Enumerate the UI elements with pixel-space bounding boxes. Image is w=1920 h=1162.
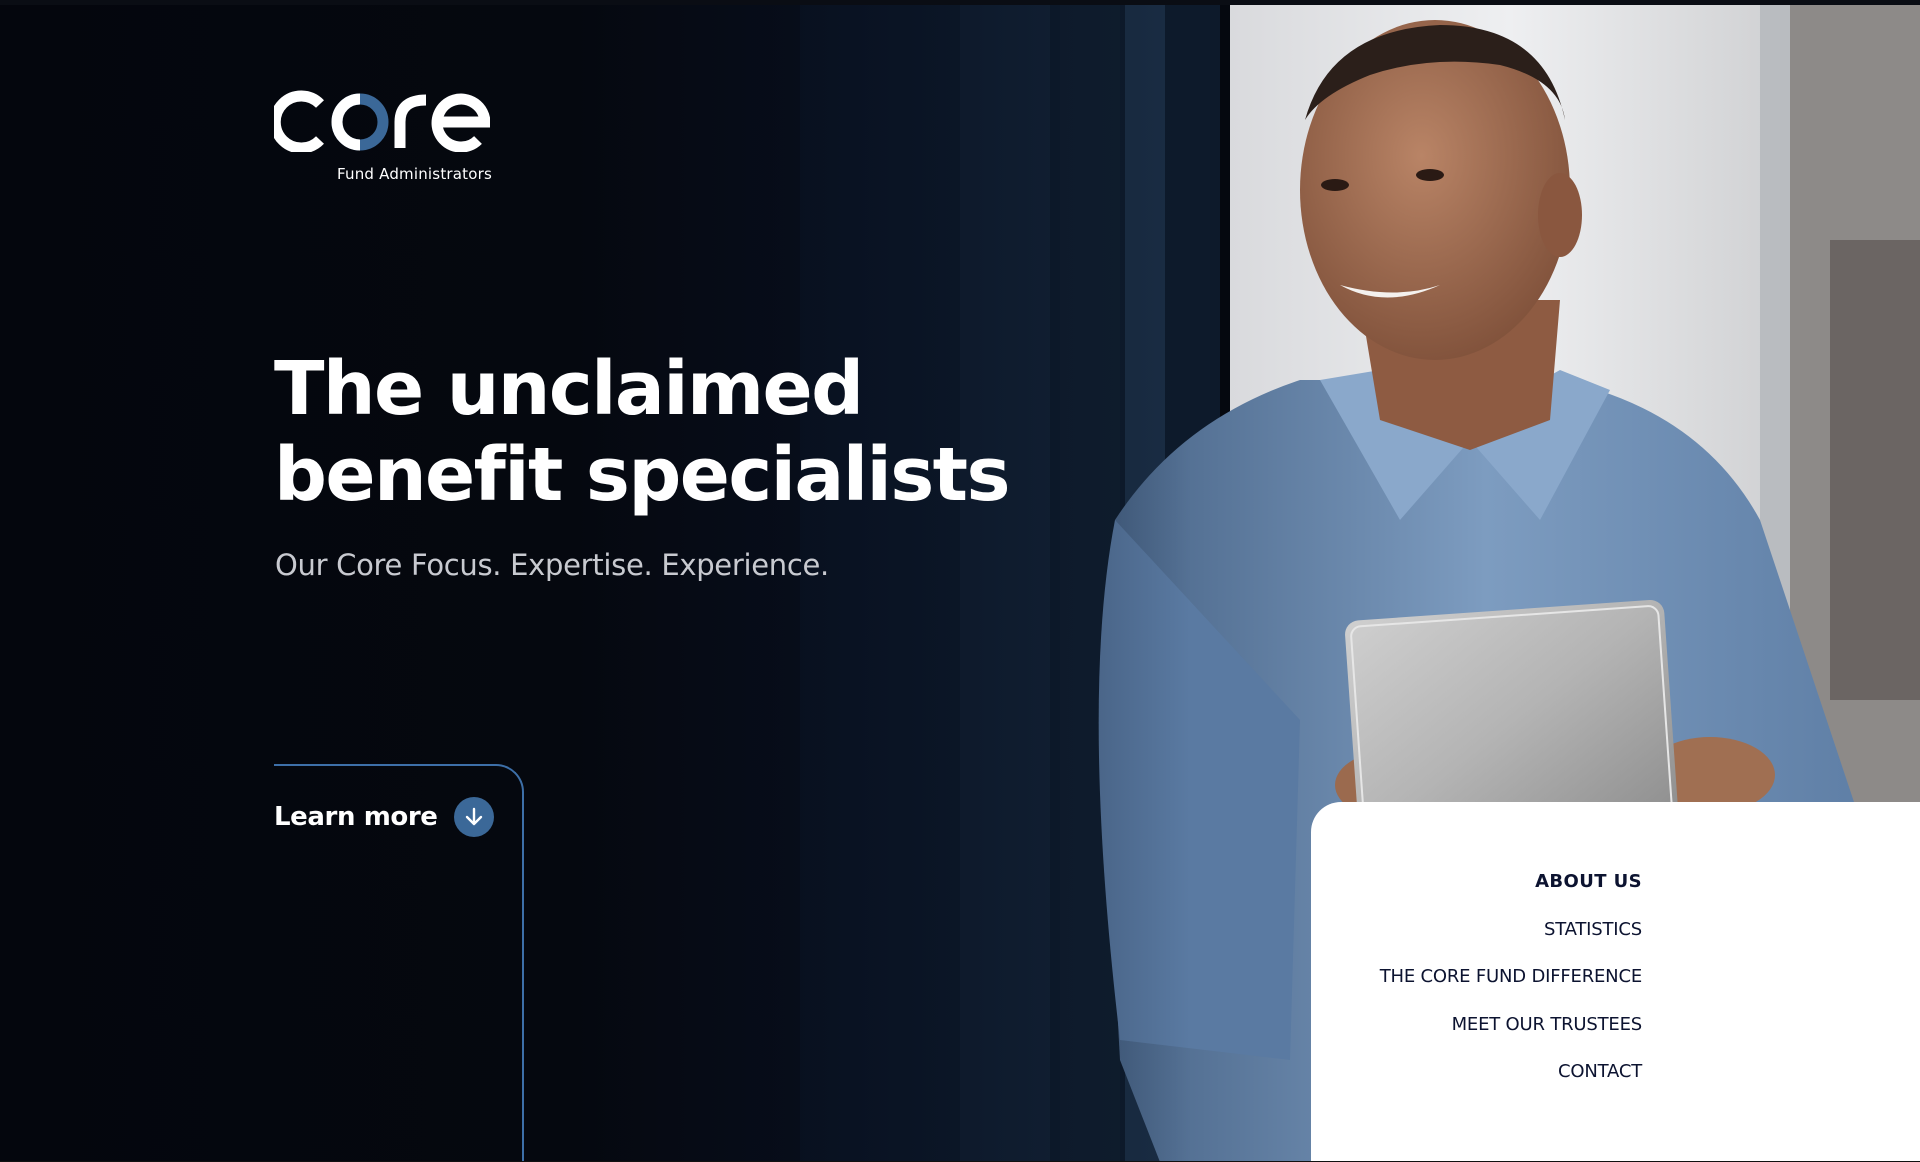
nav-link-core-fund-difference[interactable]: THE CORE FUND DIFFERENCE [1380,966,1642,987]
core-wordmark [274,90,490,152]
nav-link-meet-our-trustees[interactable]: MEET OUR TRUSTEES [1452,1014,1643,1035]
headline-line-2: benefit specialists [274,432,1011,518]
nav-item-meet-our-trustees: MEET OUR TRUSTEES [1380,1014,1643,1062]
arrow-down-icon [453,797,494,837]
landing-page: Fund Administrators The unclaimed benefi… [0,0,1920,1162]
brand-logo[interactable]: Fund Administrators [274,88,492,188]
nav-item-contact: CONTACT [1380,1061,1642,1109]
nav-item-about-us: ABOUT US [1380,871,1642,919]
nav-link-about-us[interactable]: ABOUT US [1535,871,1642,892]
nav-item-core-fund-difference: THE CORE FUND DIFFERENCE [1380,966,1642,1014]
top-edge [0,0,1920,5]
headline-line-1: The unclaimed [274,346,864,432]
nav-link-contact[interactable]: CONTACT [1558,1061,1642,1082]
nav-item-statistics: STATISTICS [1380,919,1642,967]
hero-headline: The unclaimed benefit specialists [274,346,1074,518]
brand-tagline: Fund Administrators [337,165,492,183]
nav-link-statistics[interactable]: STATISTICS [1544,919,1642,940]
learn-more-button[interactable]: Learn more [274,797,494,837]
section-nav-list: ABOUT US STATISTICS THE CORE FUND DIFFER… [1380,871,1642,1109]
learn-more-label: Learn more [274,802,438,832]
hero-subheadline: Our Core Focus. Expertise. Experience. [275,548,829,582]
section-nav-panel: ABOUT US STATISTICS THE CORE FUND DIFFER… [1311,802,1920,1162]
